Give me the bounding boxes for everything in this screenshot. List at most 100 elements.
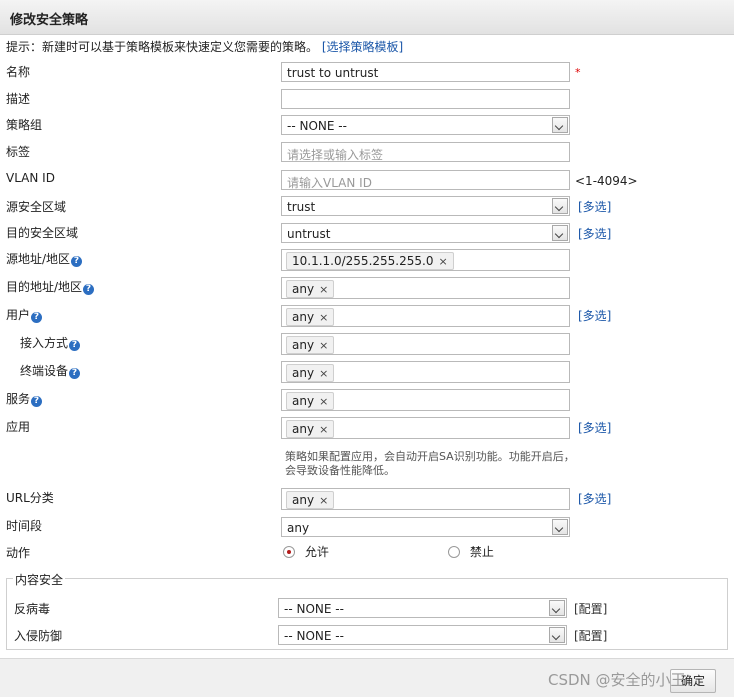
time-label: 时间段 (6, 519, 43, 533)
device-box[interactable]: any × (281, 361, 570, 383)
name-value: trust to untrust (287, 66, 379, 80)
vlan-placeholder: 请输入VLAN ID (287, 176, 372, 190)
help-icon[interactable]: ? (31, 396, 43, 407)
antivirus-select[interactable]: -- NONE -- (278, 598, 567, 618)
help-icon[interactable]: ? (71, 256, 83, 267)
remove-tag-icon[interactable]: × (319, 395, 328, 408)
chevron-down-icon[interactable] (549, 600, 565, 616)
dst-zone-value: untrust (287, 227, 331, 241)
src-addr-box[interactable]: 10.1.1.0/255.255.255.0 × (281, 249, 570, 271)
chevron-down-icon[interactable] (549, 627, 565, 643)
app-note: 策略如果配置应用，会自动开启SA识别功能。功能开启后，会导致设备性能降低。 (285, 450, 575, 477)
src-zone-multi-link[interactable]: [多选] (578, 198, 611, 215)
src-zone-label: 源安全区域 (6, 200, 67, 214)
choose-template-link[interactable]: [选择策略模板] (322, 40, 403, 54)
action-deny-label: 禁止 (469, 545, 494, 559)
desc-label: 描述 (6, 92, 31, 106)
tag-input[interactable]: 请选择或输入标签 (281, 142, 570, 162)
group-label: 策略组 (6, 118, 43, 132)
service-label: 服务? (6, 390, 43, 407)
app-tag-text: any (292, 422, 315, 436)
url-box[interactable]: any × (281, 488, 570, 510)
user-tag: any × (286, 308, 335, 326)
help-icon[interactable]: ? (31, 312, 43, 323)
service-tag: any × (286, 392, 335, 410)
app-multi-link[interactable]: [多选] (578, 419, 611, 436)
antivirus-label: 反病毒 (14, 602, 51, 616)
dialog-footer: 确定 CSDN @安全的小王 (0, 658, 734, 697)
access-label-text: 接入方式 (20, 336, 69, 350)
service-tag-text: any (292, 394, 315, 408)
remove-tag-icon[interactable]: × (438, 255, 447, 268)
remove-tag-icon[interactable]: × (319, 423, 328, 436)
remove-tag-icon[interactable]: × (319, 283, 328, 296)
ips-config-link[interactable]: [配置] (574, 627, 607, 644)
name-label: 名称 (6, 65, 31, 79)
ips-value: -- NONE -- (284, 629, 344, 643)
content-security-legend: 内容安全 (13, 571, 66, 588)
src-addr-tag-text: 10.1.1.0/255.255.255.0 (292, 254, 434, 268)
chevron-down-icon[interactable] (552, 225, 568, 241)
action-allow-option[interactable]: 允许 (283, 543, 329, 560)
help-icon[interactable]: ? (83, 284, 95, 295)
url-tag-text: any (292, 493, 315, 507)
hint-text: 提示：新建时可以基于策略模板来快速定义您需要的策略。 (6, 40, 319, 54)
action-allow-label: 允许 (304, 545, 329, 559)
remove-tag-icon[interactable]: × (319, 311, 328, 324)
remove-tag-icon[interactable]: × (319, 339, 328, 352)
service-box[interactable]: any × (281, 389, 570, 411)
antivirus-value: -- NONE -- (284, 602, 344, 616)
remove-tag-icon[interactable]: × (319, 367, 328, 380)
time-select[interactable]: any (281, 517, 570, 537)
user-tag-text: any (292, 310, 315, 324)
dialog-titlebar: 修改安全策略 (0, 0, 734, 35)
service-label-text: 服务 (6, 392, 31, 406)
help-icon[interactable]: ? (69, 368, 81, 379)
vlan-input[interactable]: 请输入VLAN ID (281, 170, 570, 190)
app-label: 应用 (6, 420, 31, 434)
action-label: 动作 (6, 546, 31, 560)
user-multi-link[interactable]: [多选] (578, 307, 611, 324)
ips-select[interactable]: -- NONE -- (278, 625, 567, 645)
app-tag: any × (286, 420, 335, 438)
user-label-text: 用户 (6, 308, 31, 322)
chevron-down-icon[interactable] (552, 117, 568, 133)
src-addr-label: 源地址/地区? (6, 250, 83, 267)
required-mark: * (575, 66, 581, 79)
chevron-down-icon[interactable] (552, 519, 568, 535)
group-select[interactable]: -- NONE -- (281, 115, 570, 135)
src-addr-tag: 10.1.1.0/255.255.255.0 × (286, 252, 454, 270)
radio-checked-icon[interactable] (283, 546, 295, 558)
dialog-title: 修改安全策略 (10, 13, 89, 28)
device-tag-text: any (292, 366, 315, 380)
ips-label: 入侵防御 (14, 629, 63, 643)
dst-zone-multi-link[interactable]: [多选] (578, 225, 611, 242)
src-zone-select[interactable]: trust (281, 196, 570, 216)
user-box[interactable]: any × (281, 305, 570, 327)
chevron-down-icon[interactable] (552, 198, 568, 214)
access-tag: any × (286, 336, 335, 354)
action-deny-option[interactable]: 禁止 (448, 543, 494, 560)
group-value: -- NONE -- (287, 119, 347, 133)
app-box[interactable]: any × (281, 417, 570, 439)
help-icon[interactable]: ? (69, 340, 81, 351)
dst-addr-tag-text: any (292, 282, 315, 296)
vlan-range: <1-4094> (575, 174, 638, 188)
device-tag: any × (286, 364, 335, 382)
url-multi-link[interactable]: [多选] (578, 490, 611, 507)
tag-placeholder: 请选择或输入标签 (287, 148, 384, 162)
user-label: 用户? (6, 306, 43, 323)
desc-input[interactable] (281, 89, 570, 109)
dst-addr-box[interactable]: any × (281, 277, 570, 299)
dst-addr-tag: any × (286, 280, 335, 298)
watermark: CSDN @安全的小王 (548, 671, 686, 689)
remove-tag-icon[interactable]: × (319, 494, 328, 507)
vlan-label: VLAN ID (6, 171, 55, 185)
access-box[interactable]: any × (281, 333, 570, 355)
name-input[interactable]: trust to untrust (281, 62, 570, 82)
dst-zone-select[interactable]: untrust (281, 223, 570, 243)
dst-addr-label-text: 目的地址/地区 (6, 280, 83, 294)
device-label: 终端设备? (20, 362, 81, 379)
antivirus-config-link[interactable]: [配置] (574, 600, 607, 617)
radio-unchecked-icon[interactable] (448, 546, 460, 558)
